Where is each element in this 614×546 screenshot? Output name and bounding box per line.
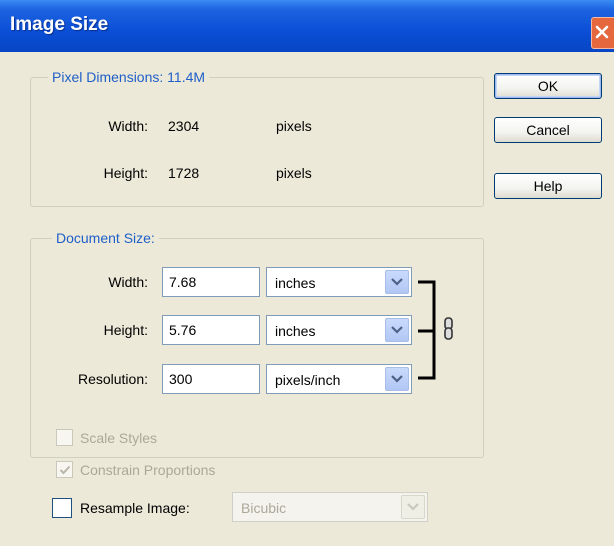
help-button[interactable]: Help [494, 173, 602, 199]
resample-image-checkbox[interactable] [52, 498, 72, 518]
document-size-title: Document Size: [52, 230, 159, 246]
pixel-width-label: Width: [108, 118, 148, 134]
pixel-height-label: Height: [103, 165, 148, 181]
chevron-down-icon[interactable] [385, 270, 409, 294]
resolution-unit-value: pixels/inch [275, 372, 341, 388]
chevron-down-icon[interactable] [385, 318, 409, 342]
pixel-width-unit: pixels [276, 118, 312, 134]
ok-button[interactable]: OK [494, 73, 602, 99]
chevron-down-icon[interactable] [401, 495, 425, 519]
chain-link-icon [444, 317, 453, 340]
doc-height-input[interactable]: 5.76 [162, 315, 260, 345]
pixel-dimensions-title: Pixel Dimensions: 11.4M [48, 69, 210, 85]
doc-height-label: Height: [103, 322, 148, 338]
close-button[interactable] [591, 17, 614, 49]
doc-height-unit-value: inches [275, 323, 316, 339]
resolution-input[interactable]: 300 [162, 364, 260, 394]
title-bar[interactable]: Image Size [0, 0, 614, 52]
doc-width-unit-select[interactable]: inches [266, 267, 412, 297]
doc-height-unit-select[interactable]: inches [266, 315, 412, 345]
cancel-button[interactable]: Cancel [494, 117, 602, 143]
resample-method-value: Bicubic [241, 500, 287, 516]
resolution-label: Resolution: [77, 371, 148, 387]
constrain-bracket [418, 280, 453, 380]
scale-styles-label: Scale Styles [80, 430, 158, 446]
window-title: Image Size [10, 14, 109, 35]
doc-width-label: Width: [108, 274, 148, 290]
dialog-body: Pixel Dimensions: 11.4M Width: 2304 pixe… [0, 52, 614, 546]
image-size-dialog: Image Size Pixel Dimensions: 11.4M Width… [0, 0, 614, 546]
constrain-proportions-label: Constrain Proportions [80, 462, 216, 478]
resolution-unit-select[interactable]: pixels/inch [266, 364, 412, 394]
chevron-down-icon[interactable] [385, 367, 409, 391]
pixel-width-value: 2304 [168, 118, 200, 134]
scale-styles-checkbox[interactable] [56, 429, 73, 446]
constrain-proportions-checkbox[interactable] [56, 461, 73, 478]
resample-method-select[interactable]: Bicubic [232, 492, 428, 522]
pixel-height-value: 1728 [168, 165, 200, 181]
doc-width-unit-value: inches [275, 275, 316, 291]
pixel-dimensions-size: 11.4M [167, 69, 206, 85]
resample-image-label: Resample Image: [80, 500, 190, 516]
pixel-dimensions-label: Pixel Dimensions: [52, 69, 164, 85]
pixel-height-unit: pixels [276, 165, 312, 181]
pixel-dimensions-group [30, 77, 484, 207]
doc-width-input[interactable]: 7.68 [162, 267, 260, 297]
